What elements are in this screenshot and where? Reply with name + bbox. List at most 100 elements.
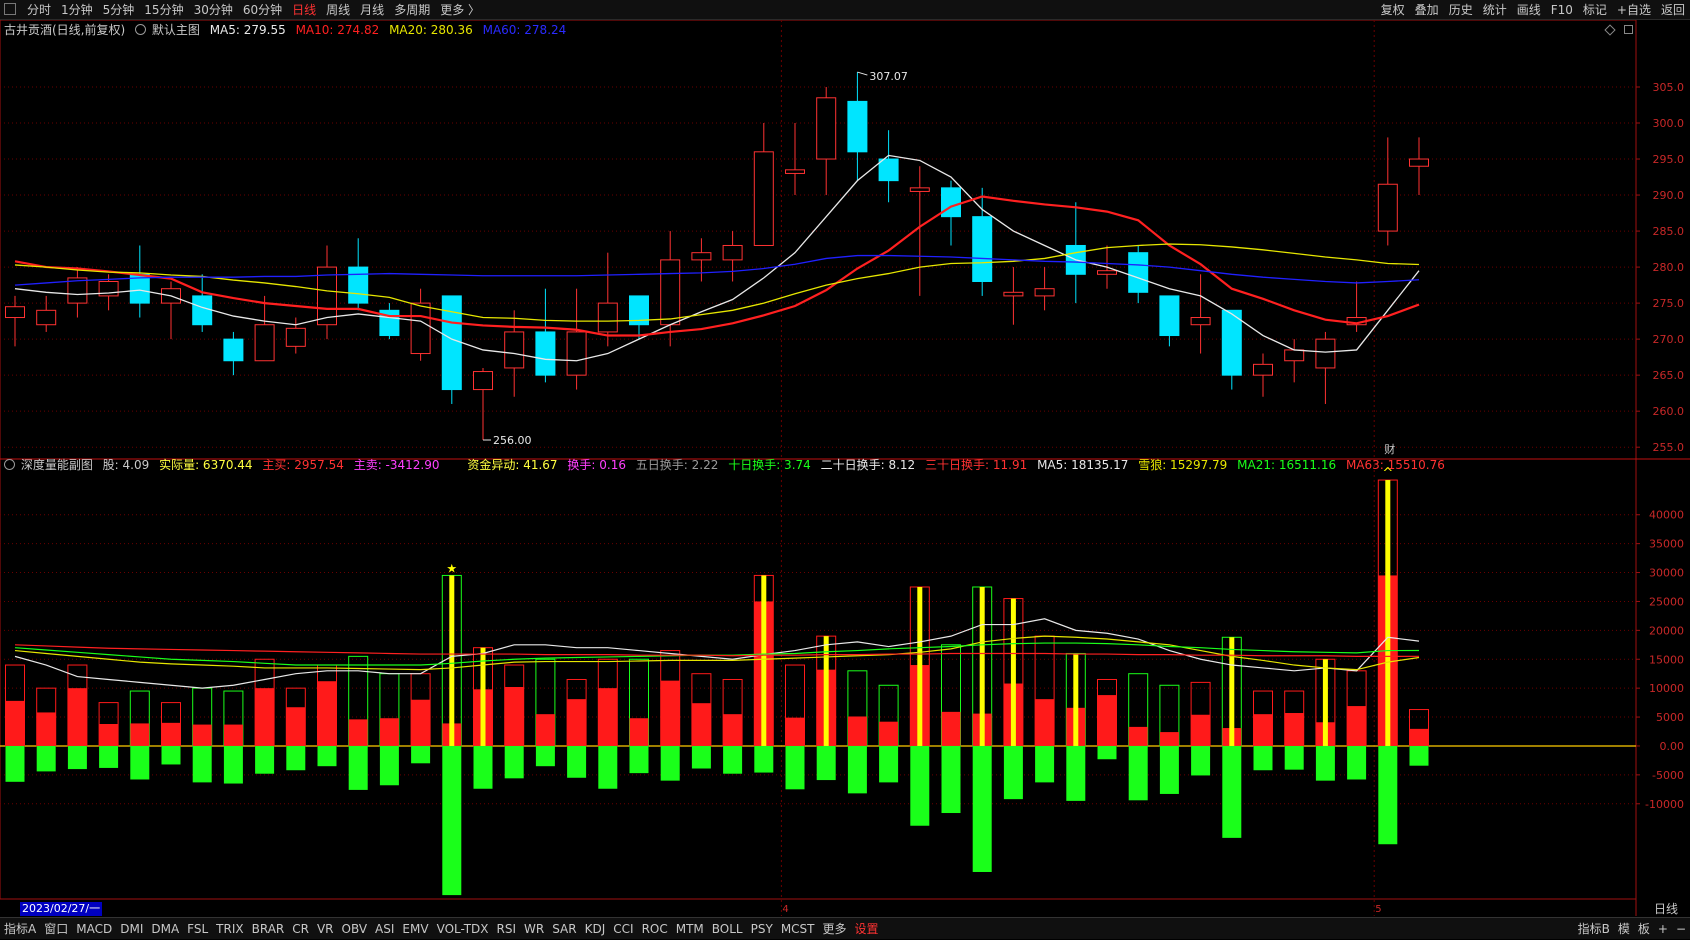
main-tick-label: 295.0 — [1653, 153, 1685, 166]
indicator-tab-21[interactable]: BOLL — [708, 918, 747, 940]
indicator-tab-17[interactable]: KDJ — [581, 918, 610, 940]
main-tick-label: 285.0 — [1653, 225, 1685, 238]
stock-title[interactable]: 古井贡酒(日线,前复权) — [4, 23, 125, 37]
sub-ma-line-ma5 — [14, 618, 1420, 689]
sell-bar — [504, 745, 524, 779]
sell-bar — [785, 745, 805, 790]
toolbar-button-7[interactable]: +自选 — [1612, 0, 1656, 20]
tab-period-4[interactable]: 30分钟 — [189, 0, 238, 20]
buy-bar — [535, 714, 555, 746]
indicator-right-button-3[interactable]: + — [1654, 918, 1672, 940]
indicator-tab-25[interactable]: 设置 — [851, 918, 883, 940]
candle-body — [909, 187, 930, 192]
indicator-tab-5[interactable]: FSL — [183, 918, 212, 940]
surge-bar — [761, 575, 767, 746]
indicator-tab-9[interactable]: VR — [313, 918, 338, 940]
sub-title[interactable]: 深度量能副图 — [21, 458, 93, 472]
indicator-right-button-4[interactable]: − — [1672, 918, 1690, 940]
indicator-tab-3[interactable]: DMI — [116, 918, 147, 940]
indicator-tab-10[interactable]: OBV — [338, 918, 372, 940]
tab-period-8[interactable]: 月线 — [355, 0, 389, 20]
min-price-label: 256.00 — [493, 434, 532, 447]
indicator-right-button-0[interactable]: 指标B — [1574, 918, 1614, 940]
indicator-tab-20[interactable]: MTM — [672, 918, 708, 940]
indicator-right-buttons: 指标B 模板 + − — [1574, 918, 1690, 940]
month-label: 5 — [1375, 904, 1381, 915]
candle-body — [1128, 252, 1149, 293]
ma10-value: MA10: 274.82 — [295, 23, 380, 37]
sell-bar — [36, 745, 56, 772]
sub-tick-label: 35000 — [1649, 538, 1684, 551]
sub-tick-label: 15000 — [1649, 653, 1684, 666]
buy-bar — [567, 699, 587, 746]
main-mode[interactable]: 默认主图 — [152, 23, 200, 37]
indicator-tab-12[interactable]: EMV — [398, 918, 432, 940]
max-pointer — [857, 71, 868, 76]
main-buy: 主买: 2957.54 — [262, 458, 344, 472]
toolbar-button-5[interactable]: F10 — [1546, 0, 1578, 20]
toolbar-button-2[interactable]: 历史 — [1444, 0, 1478, 20]
indicator-right-button-2[interactable]: 板 — [1634, 918, 1654, 940]
buy-bar — [785, 717, 805, 746]
sell-bar — [1378, 745, 1398, 845]
tab-period-9[interactable]: 多周期 — [389, 0, 435, 20]
tab-period-5[interactable]: 60分钟 — [238, 0, 287, 20]
indicator-tab-16[interactable]: SAR — [548, 918, 580, 940]
expand-icon[interactable] — [1624, 25, 1633, 34]
indicator-tab-19[interactable]: ROC — [638, 918, 672, 940]
buy-bar — [99, 723, 119, 746]
tab-period-10[interactable]: 更多 〉 — [435, 0, 485, 20]
indicator-tab-4[interactable]: DMA — [147, 918, 183, 940]
tab-period-6[interactable]: 日线 — [287, 0, 321, 20]
indicator-tab-24[interactable]: 更多 — [819, 918, 851, 940]
ma-line-ma5 — [14, 154, 1420, 362]
candle-body — [1003, 291, 1024, 297]
indicator-tab-2[interactable]: MACD — [72, 918, 116, 940]
candle-body — [192, 295, 213, 326]
buy-bar — [1159, 732, 1179, 746]
sell-bar — [660, 745, 680, 781]
indicator-tab-22[interactable]: PSY — [747, 918, 777, 940]
indicator-tab-7[interactable]: BRAR — [248, 918, 289, 940]
ma20-value: MA20: 280.36 — [389, 23, 473, 37]
indicator-tab-13[interactable]: VOL-TDX — [433, 918, 493, 940]
indicator-tab-14[interactable]: RSI — [493, 918, 521, 940]
sell-bar — [629, 745, 649, 774]
sell-bar — [1409, 745, 1429, 766]
candle-body — [1221, 309, 1242, 376]
indicator-tab-8[interactable]: CR — [288, 918, 313, 940]
indicator-tab-1[interactable]: 窗口 — [40, 918, 72, 940]
indicator-tab-15[interactable]: WR — [520, 918, 548, 940]
candle-body — [473, 371, 493, 391]
chevron-down-icon[interactable] — [4, 459, 15, 470]
settings-icon[interactable] — [135, 24, 147, 35]
main-tick-label: 255.0 — [1653, 441, 1685, 454]
indicator-right-button-1[interactable]: 模 — [1614, 918, 1634, 940]
sell-bar — [941, 745, 961, 814]
indicator-tab-0[interactable]: 指标A — [0, 918, 40, 940]
tab-period-7[interactable]: 周线 — [321, 0, 355, 20]
tab-period-0[interactable]: 分时 — [22, 0, 56, 20]
window-icon[interactable] — [4, 3, 16, 15]
indicator-tab-18[interactable]: CCI — [609, 918, 637, 940]
buy-bar — [847, 716, 867, 746]
candle-body — [1097, 270, 1117, 275]
toolbar-button-8[interactable]: 返回 — [1656, 0, 1690, 20]
surge-bar — [823, 636, 829, 746]
indicator-tab-6[interactable]: TRIX — [212, 918, 247, 940]
toolbar-button-6[interactable]: 标记 — [1578, 0, 1612, 20]
month-label: 4 — [782, 904, 788, 915]
tab-period-2[interactable]: 5分钟 — [98, 0, 140, 20]
buy-bar — [161, 722, 181, 746]
toolbar-button-1[interactable]: 叠加 — [1410, 0, 1444, 20]
tab-period-1[interactable]: 1分钟 — [56, 0, 98, 20]
candle-body — [504, 331, 525, 369]
tab-period-3[interactable]: 15分钟 — [139, 0, 188, 20]
indicator-tab-23[interactable]: MCST — [777, 918, 819, 940]
sell-bar — [691, 745, 711, 769]
sub-tick-label: 0.00 — [1660, 740, 1685, 753]
toolbar-button-4[interactable]: 画线 — [1512, 0, 1546, 20]
toolbar-button-0[interactable]: 复权 — [1376, 0, 1410, 20]
indicator-tab-11[interactable]: ASI — [371, 918, 398, 940]
toolbar-button-3[interactable]: 统计 — [1478, 0, 1512, 20]
